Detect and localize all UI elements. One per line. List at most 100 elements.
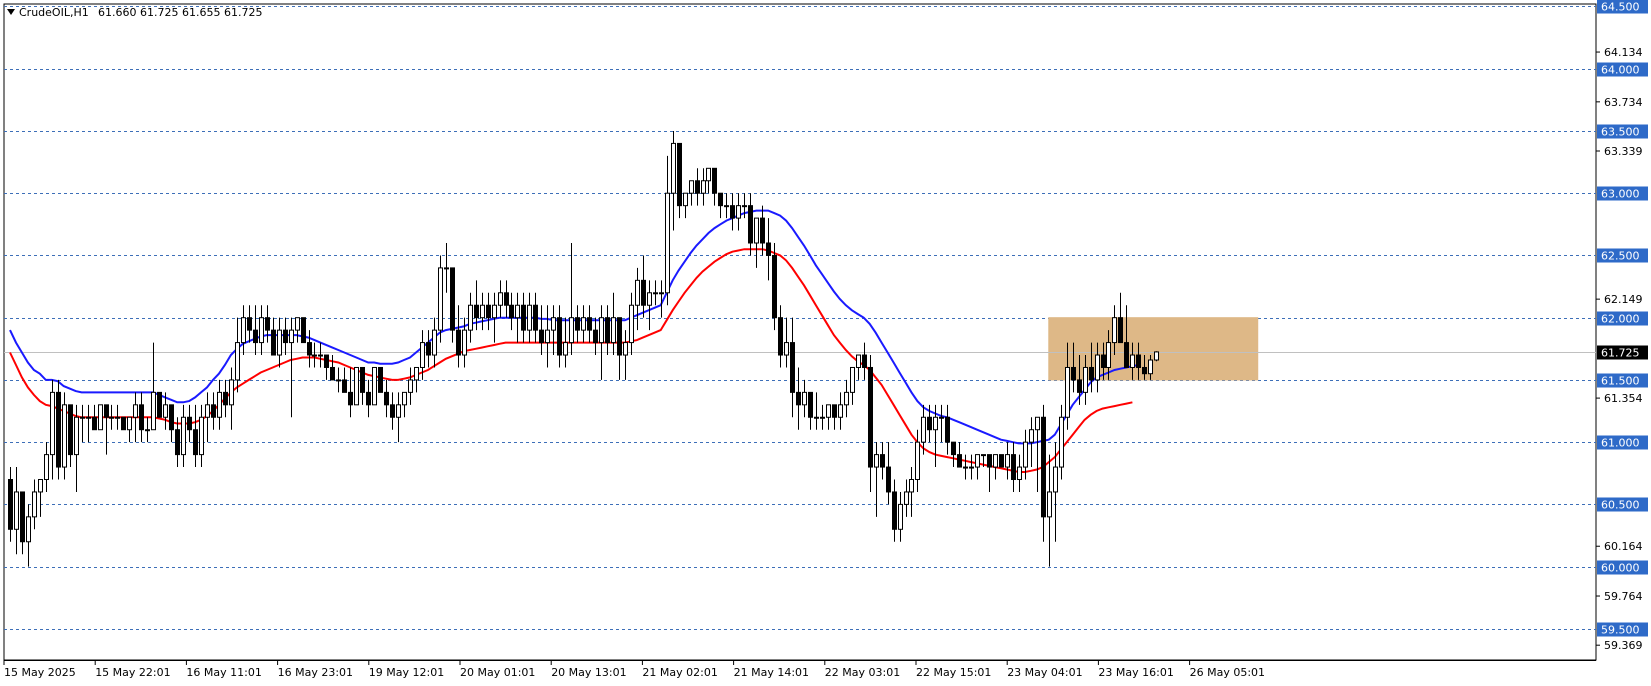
time-label: 16 May 23:01 — [278, 666, 353, 679]
candle-body-up — [683, 192, 688, 207]
candle-body-up — [909, 479, 914, 493]
candle-body-up — [133, 404, 138, 418]
candle-body-up — [671, 142, 676, 194]
candle-body-down — [766, 242, 771, 256]
price-tick-label: 63.734 — [1604, 96, 1643, 109]
candle-body-up — [665, 192, 670, 294]
zone-rect[interactable] — [1048, 317, 1259, 381]
time-label: 20 May 13:01 — [551, 666, 626, 679]
candle-body-down — [712, 167, 717, 194]
candle-body-up — [844, 391, 849, 406]
supply-zone[interactable] — [1048, 317, 1259, 381]
candle-body-up — [438, 267, 443, 331]
candle-body-up — [1047, 491, 1052, 518]
candle-body-down — [307, 342, 312, 356]
candle-body-down — [1101, 354, 1106, 368]
candle-body-up — [856, 354, 861, 368]
candle-body-up — [402, 391, 407, 406]
candle-body-up — [1017, 466, 1022, 481]
candle-body-down — [880, 454, 885, 468]
candle-body-down — [509, 304, 514, 319]
current-price-label: 61.725 — [1601, 347, 1640, 360]
candle-body-down — [641, 279, 646, 306]
candle-body-up — [1083, 366, 1088, 393]
candle-body-up — [205, 404, 210, 418]
candle-body-down — [426, 342, 431, 356]
candle-body-down — [169, 404, 174, 431]
candle-body-up — [820, 416, 825, 419]
candle — [1154, 351, 1159, 362]
candle-body-down — [265, 317, 270, 331]
candle-body-down — [56, 391, 61, 468]
candle-body-up — [515, 304, 520, 319]
candle-body-up — [127, 416, 132, 431]
candle-body-down — [486, 304, 491, 319]
price-tick-label: 64.134 — [1604, 46, 1643, 59]
candle-body-up — [933, 416, 938, 431]
candle-body-up — [975, 454, 980, 468]
candle-body-up — [939, 416, 944, 419]
candle-body-up — [151, 391, 156, 431]
candle-body-up — [229, 379, 234, 406]
candle-body-down — [271, 329, 276, 356]
price-chart[interactable]: 64.500 64.000 63.500 63.000 62.500 62.000 61.5… — [0, 0, 1651, 682]
candle-body-down — [695, 180, 700, 194]
candle-body-up — [1154, 351, 1159, 361]
candle-body-up — [432, 329, 437, 356]
price-tick-label: 63.339 — [1604, 145, 1643, 158]
candle-body-up — [701, 180, 706, 194]
candle-body-down — [139, 404, 144, 431]
candle-body-down — [348, 391, 353, 406]
candle-body-down — [1077, 379, 1082, 393]
candle-body-down — [832, 404, 837, 418]
chart-window[interactable]: 64.500 64.000 63.500 63.000 62.500 62.000 61.5… — [0, 0, 1651, 682]
candle-body-up — [551, 317, 556, 331]
candle-body-up — [1065, 366, 1070, 418]
candle-body-down — [575, 317, 580, 331]
candle-body-up — [32, 491, 37, 518]
candle-body-up — [826, 404, 831, 418]
candle-body-up — [74, 416, 79, 456]
candle-body-up — [635, 279, 640, 306]
candle-body-up — [1112, 317, 1117, 344]
price-level-label: 63.000 — [1601, 188, 1640, 201]
candle-body-up — [1059, 416, 1064, 468]
price-level-label: 62.500 — [1601, 250, 1640, 263]
candle-body-up — [1130, 354, 1135, 368]
candle-body-up — [569, 317, 574, 344]
candle-body-up — [784, 342, 789, 356]
price-tick-label: 60.164 — [1604, 540, 1643, 553]
price-level-label: 61.500 — [1601, 375, 1640, 388]
candle-body-up — [850, 366, 855, 393]
price-level-label: 59.500 — [1601, 624, 1640, 637]
symbol-label: CrudeOIL,H1 — [19, 6, 89, 19]
time-label: 15 May 2025 — [4, 666, 76, 679]
candle-body-up — [480, 304, 485, 319]
candle-body-up — [915, 441, 920, 481]
candle-body-down — [384, 391, 389, 406]
time-label: 20 May 01:01 — [460, 666, 535, 679]
candle-body-up — [277, 329, 282, 356]
candle-body-up — [623, 342, 628, 356]
candle-body-down — [456, 329, 461, 356]
candle-body-down — [760, 217, 765, 244]
candle-body-up — [289, 329, 294, 344]
candle-body-down — [175, 429, 180, 456]
candle-body-up — [444, 267, 449, 270]
candle-body-up — [1106, 342, 1111, 368]
candle-body-down — [283, 329, 288, 344]
candle-body-up — [1095, 354, 1100, 381]
candle-body-up — [98, 404, 103, 431]
candle-body-up — [354, 366, 359, 406]
candle-body-down — [92, 416, 97, 431]
candle-body-up — [981, 454, 986, 457]
candle-body-up — [904, 491, 909, 505]
candle-body-down — [504, 292, 509, 306]
candle-body-up — [1035, 416, 1040, 431]
candle-body-up — [629, 304, 634, 344]
time-label: 19 May 12:01 — [369, 666, 444, 679]
candle-body-down — [20, 491, 25, 543]
candle-body-up — [217, 391, 222, 418]
candle-body-down — [1136, 354, 1141, 368]
candle-body-up — [492, 304, 497, 319]
